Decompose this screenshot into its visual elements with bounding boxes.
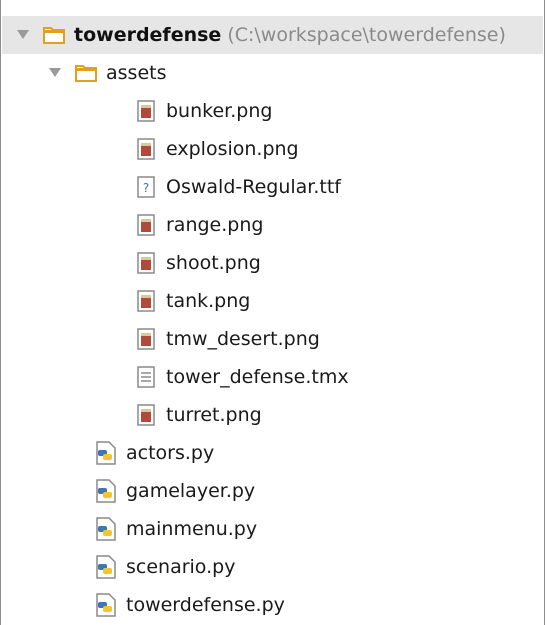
project-name: towerdefense [74,24,222,46]
tree-item-python-file[interactable]: gamelayer.py [2,472,543,510]
image-file-icon [134,403,158,427]
file-label: explosion.png [166,138,299,160]
tree-item-file[interactable]: turret.png [2,396,543,434]
python-file-icon [94,555,118,579]
folder-label: assets [106,62,167,84]
tree-item-file[interactable]: explosion.png [2,130,543,168]
project-tree-panel: towerdefense (C:\workspace\towerdefense)… [0,0,545,625]
tree-item-python-file[interactable]: scenario.py [2,548,543,586]
file-label: tank.png [166,290,251,312]
tree-item-python-file[interactable]: actors.py [2,434,543,472]
project-tree: towerdefense (C:\workspace\towerdefense)… [2,16,543,624]
file-label: Oswald-Regular.ttf [166,176,341,198]
project-folder-icon [42,23,66,47]
file-label: mainmenu.py [126,518,258,540]
image-file-icon [134,99,158,123]
file-label: towerdefense.py [126,594,285,616]
file-label: bunker.png [166,100,273,122]
image-file-icon [134,137,158,161]
folder-icon [74,61,98,85]
tree-item-project-root[interactable]: towerdefense (C:\workspace\towerdefense) [2,16,543,54]
tree-item-file[interactable]: shoot.png [2,244,543,282]
python-file-icon [94,517,118,541]
image-file-icon [134,327,158,351]
tree-item-python-file[interactable]: mainmenu.py [2,510,543,548]
expand-arrow-icon[interactable] [48,66,62,80]
text-file-icon [134,365,158,389]
file-label: turret.png [166,404,262,426]
unknown-file-icon: ? [134,175,158,199]
tree-item-assets-folder[interactable]: assets [2,54,543,92]
file-label: scenario.py [126,556,236,578]
tree-item-file[interactable]: bunker.png [2,92,543,130]
tree-item-file[interactable]: ? Oswald-Regular.ttf [2,168,543,206]
python-file-icon [94,479,118,503]
python-file-icon [94,593,118,617]
tree-item-file[interactable]: tower_defense.tmx [2,358,543,396]
python-file-icon [94,441,118,465]
file-label: tower_defense.tmx [166,366,349,388]
tree-item-file[interactable]: range.png [2,206,543,244]
svg-text:?: ? [143,181,149,195]
tree-item-python-file[interactable]: towerdefense.py [2,586,543,624]
file-label: actors.py [126,442,215,464]
tree-item-file[interactable]: tank.png [2,282,543,320]
image-file-icon [134,251,158,275]
file-label: range.png [166,214,264,236]
file-label: tmw_desert.png [166,328,320,350]
image-file-icon [134,289,158,313]
project-path: (C:\workspace\towerdefense) [227,24,506,46]
file-label: gamelayer.py [126,480,256,502]
file-label: shoot.png [166,252,261,274]
expand-arrow-icon[interactable] [16,28,30,42]
tree-item-file[interactable]: tmw_desert.png [2,320,543,358]
image-file-icon [134,213,158,237]
